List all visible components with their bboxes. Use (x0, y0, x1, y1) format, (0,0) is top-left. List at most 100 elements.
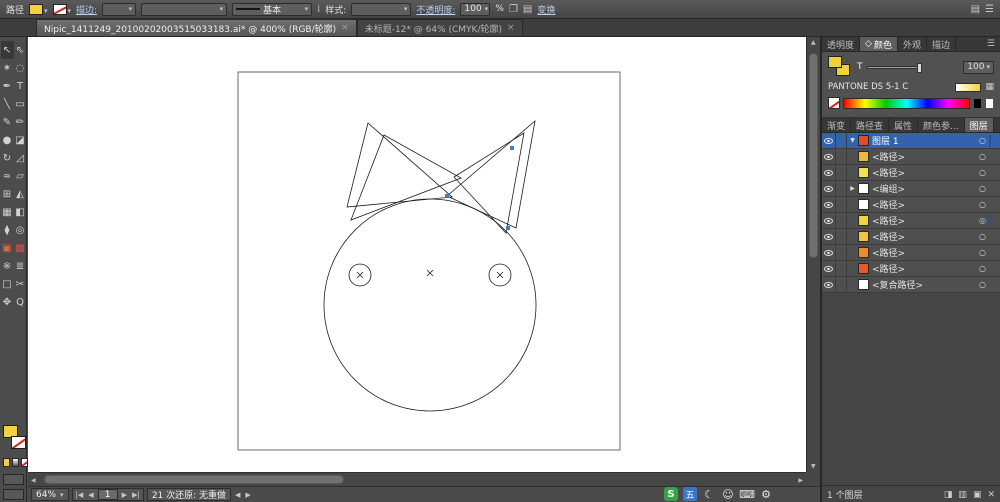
pen-tool[interactable]: ✒ (1, 77, 14, 95)
anchor-point[interactable] (445, 194, 449, 198)
blob-brush-tool[interactable]: ● (1, 131, 14, 149)
mesh-tool[interactable]: ▦ (1, 203, 14, 221)
hand-tool[interactable]: ✥ (1, 293, 14, 311)
artboard[interactable] (237, 71, 621, 451)
magic-wand-tool[interactable]: ✶ (1, 59, 14, 77)
vertical-scrollbar[interactable]: ▲ ▼ (806, 37, 820, 472)
tab-attributes[interactable]: 属性 (889, 118, 919, 132)
eyedropper-tool[interactable]: ⧫ (1, 221, 14, 239)
rotate-tool[interactable]: ↻ (1, 149, 14, 167)
horizontal-scrollbar[interactable]: ◀ ▶ (28, 472, 806, 486)
panel-menu-icon[interactable]: ☰ (985, 4, 994, 15)
status-indicator[interactable]: 21 次还原: 无重做 (146, 488, 232, 501)
fill-color-well[interactable]: ▾ (29, 3, 48, 15)
lock-toggle[interactable] (836, 181, 847, 196)
tab-color[interactable]: ◇ 颜色 (860, 37, 898, 51)
paintbrush-tool[interactable]: ✎ (1, 113, 14, 131)
opacity-select[interactable]: 100 ▾ (460, 2, 491, 16)
close-tab-icon[interactable]: × (507, 23, 515, 33)
emoji-icon[interactable]: ☺ (721, 487, 735, 501)
white-swatch[interactable] (985, 97, 994, 109)
lock-toggle[interactable] (836, 213, 847, 228)
lock-toggle[interactable] (836, 197, 847, 212)
status-next-button[interactable]: ▶ (244, 491, 251, 499)
selection-tool[interactable]: ↖ (0, 41, 14, 59)
screen-mode-button[interactable] (3, 489, 24, 500)
expander-icon[interactable]: ▼ (847, 137, 858, 144)
lock-toggle[interactable] (836, 261, 847, 276)
layer-row-compound-path[interactable]: <复合路径> ○ (822, 277, 1000, 293)
sogou-ime-icon[interactable]: S (664, 487, 678, 501)
slice-tool[interactable]: ✂ (14, 275, 27, 293)
scroll-right-icon[interactable]: ▶ (798, 477, 803, 484)
prev-artboard-button[interactable]: ◀ (87, 491, 94, 499)
keyboard-icon[interactable]: ⌨ (739, 487, 755, 501)
wubi-mode-icon[interactable]: 五 (683, 487, 697, 501)
anchor-point[interactable] (506, 226, 510, 230)
eraser-tool[interactable]: ◪ (14, 131, 27, 149)
lock-toggle[interactable] (836, 133, 847, 148)
layer-row-path[interactable]: <路径> ○ (822, 197, 1000, 213)
transform-panel-link[interactable]: 变换 (537, 3, 555, 16)
layer-name[interactable]: <复合路径> (872, 278, 976, 291)
moon-icon[interactable]: ☾ (702, 487, 716, 501)
none-mode-button[interactable] (21, 458, 28, 467)
lock-toggle[interactable] (836, 229, 847, 244)
column-graph-tool[interactable]: ≣ (14, 257, 27, 275)
layer-name[interactable]: <路径> (872, 246, 976, 259)
blend-tool[interactable]: ◎ (14, 221, 27, 239)
align-panel-icon[interactable]: ▤ (523, 4, 532, 15)
next-artboard-button[interactable]: ▶ (121, 491, 128, 499)
rectangle-tool[interactable]: ▭ (14, 95, 27, 113)
last-artboard-button[interactable]: ▶| (131, 491, 141, 499)
graphic-style-select[interactable]: ▾ (351, 2, 412, 16)
target-circle[interactable]: ○ (976, 152, 989, 161)
perspective-grid-tool[interactable]: ◭ (14, 185, 27, 203)
stroke-color-well[interactable]: ▾ (52, 3, 71, 15)
close-tab-icon[interactable]: × (341, 23, 349, 33)
layer-row-path[interactable]: <路径> ○ (822, 245, 1000, 261)
status-prev-button[interactable]: ◀ (234, 491, 241, 499)
pencil-tool[interactable]: ✏ (14, 113, 27, 131)
layer-name[interactable]: <路径> (872, 230, 976, 243)
fill-stroke-swatches[interactable] (828, 56, 853, 78)
vertical-scroll-thumb[interactable] (809, 53, 818, 258)
width-tool[interactable]: ≈ (1, 167, 14, 185)
line-segment-tool[interactable]: ╲ (1, 95, 14, 113)
stroke-profile-select[interactable]: 基本 ▾ (232, 2, 313, 16)
tab-color-guide[interactable]: 颜色参... (918, 118, 965, 132)
direct-selection-tool[interactable]: ⇖ (14, 41, 27, 59)
lock-toggle[interactable] (836, 277, 847, 292)
live-paint-selection-tool[interactable]: ▩ (14, 239, 27, 257)
workspace-switcher-icon[interactable]: ▤ (971, 4, 980, 15)
zoom-tool[interactable]: Q (14, 293, 27, 311)
layer-name[interactable]: <编组> (872, 182, 976, 195)
expander-icon[interactable]: ▶ (847, 185, 858, 192)
tint-ramp[interactable] (955, 82, 982, 92)
first-artboard-button[interactable]: |◀ (75, 491, 85, 499)
lock-toggle[interactable] (836, 245, 847, 260)
new-sublayer-icon[interactable]: ▥ (958, 490, 967, 500)
brush-definition-select[interactable]: ▾ (141, 2, 228, 16)
free-transform-tool[interactable]: ▱ (14, 167, 27, 185)
visibility-toggle[interactable] (822, 245, 836, 260)
layer-name[interactable]: <路径> (872, 214, 976, 227)
document-tab-active[interactable]: Nipic_1411249_20100202003515033183.ai* @… (36, 19, 357, 36)
visibility-toggle[interactable] (822, 149, 836, 164)
visibility-toggle[interactable] (822, 229, 836, 244)
scroll-left-icon[interactable]: ◀ (31, 477, 36, 484)
stroke-weight-select[interactable]: ▾ (102, 2, 137, 16)
layer-name[interactable]: <路径> (872, 166, 976, 179)
lasso-tool[interactable]: ◌ (14, 59, 27, 77)
layer-row-layer1[interactable]: ▼ 图层 1 ○ (822, 133, 1000, 149)
color-mode-button[interactable] (3, 458, 10, 467)
layer-row-path-targeted[interactable]: <路径> ◎ (822, 213, 1000, 229)
visibility-toggle[interactable] (822, 213, 836, 228)
recolor-artwork-icon[interactable]: ❐ (509, 4, 518, 15)
visibility-toggle[interactable] (822, 133, 836, 148)
lock-toggle[interactable] (836, 149, 847, 164)
tab-pathfinder[interactable]: 路径查 (851, 118, 890, 132)
settings-gear-icon[interactable]: ⚙ (759, 487, 773, 501)
none-swatch[interactable] (828, 97, 840, 109)
opacity-panel-link[interactable]: 不透明度: (416, 3, 455, 16)
